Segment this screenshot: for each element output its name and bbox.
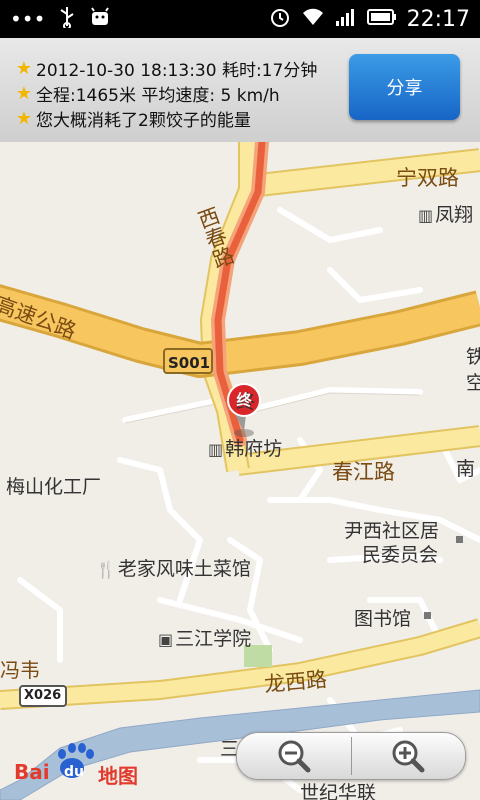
poi-yinxi-1: 尹西社区居 [344, 520, 440, 542]
signal-icon [335, 7, 357, 32]
poi-meishan: 梅山化工厂 [6, 476, 102, 498]
trip-distance-text: 全程:1465米 平均速度: 5 km/h [36, 86, 280, 106]
map-view[interactable]: 终 宁双路 ▥ 凤翔 西春路 高速公路 S001 铁 空 ▥ 韩府坊 春江路 南 梅… [0, 142, 480, 800]
status-bar: ••• 22:17 [0, 0, 480, 38]
logo-text-bai: Bai [14, 760, 50, 784]
logo-text-du: du [64, 764, 84, 780]
poi-tushuguan: 图书馆 [354, 608, 412, 630]
android-debug-icon [89, 6, 111, 33]
star-icon: ★ [15, 83, 33, 104]
trip-info-line-distance: ★ 全程:1465米 平均速度: 5 km/h [14, 81, 280, 106]
trip-info-line-energy: ★ 您大概消耗了2颗饺子的能量 [14, 106, 251, 131]
poi-laojia: 🍴 老家风味土菜馆 [96, 558, 251, 580]
logo-text-map: 地图 [98, 764, 138, 788]
clock-time: 22:17 [406, 6, 470, 32]
end-marker-pin[interactable]: 终 [233, 389, 255, 411]
trip-time-text: 2012-10-30 18:13:30 耗时:17分钟 [36, 61, 318, 81]
star-icon: ★ [15, 58, 33, 79]
poi-sanjiang: ▣ 三江学院 [158, 628, 252, 650]
alarm-icon [269, 6, 291, 33]
poi-fengxiang: ▥ 凤翔 [418, 204, 474, 226]
map-canvas [0, 142, 480, 800]
zoom-control [236, 732, 466, 780]
zoom-in-icon [392, 740, 425, 773]
poi-edge-nan: 南 [456, 458, 476, 480]
road-shield-x026: X026 [24, 688, 62, 703]
trip-info-panel: ★ 2012-10-30 18:13:30 耗时:17分钟 ★ 全程:1465米… [0, 38, 480, 143]
building-icon: ▥ [208, 440, 224, 459]
baidu-map-logo: Bai du 地图 [14, 738, 144, 788]
school-icon: ▣ [158, 630, 174, 649]
poi-fengwei: 冯韦 [0, 658, 40, 682]
zoom-out-button[interactable] [237, 733, 351, 779]
road-label-ningshuang: 宁双路 [396, 166, 459, 190]
poi-edge-tie: 铁 [466, 346, 480, 368]
zoom-out-icon [278, 740, 311, 773]
poi-shijihualian: 世纪华联 [300, 782, 377, 800]
road-label-longxi: 龙西路 [263, 667, 329, 697]
more-dots-icon: ••• [10, 7, 46, 31]
poi-yinxi-2: 民委员会 [362, 544, 439, 566]
battery-icon [366, 7, 397, 31]
road-label-chunjiang: 春江路 [332, 460, 395, 484]
wifi-icon [301, 7, 325, 32]
poi-hanfufang: ▥ 韩府坊 [208, 438, 283, 460]
zoom-in-button[interactable] [352, 733, 466, 779]
poi-edge-kong: 空 [466, 372, 480, 394]
building-icon: ▥ [418, 206, 434, 225]
star-icon: ★ [15, 108, 33, 129]
trip-info-line-time: ★ 2012-10-30 18:13:30 耗时:17分钟 [14, 56, 317, 81]
restaurant-icon: 🍴 [96, 560, 116, 579]
usb-icon [59, 6, 75, 33]
trip-energy-text: 您大概消耗了2颗饺子的能量 [36, 111, 251, 131]
highway-shield-s001: S001 [168, 354, 211, 372]
share-button[interactable]: 分享 [349, 54, 460, 120]
